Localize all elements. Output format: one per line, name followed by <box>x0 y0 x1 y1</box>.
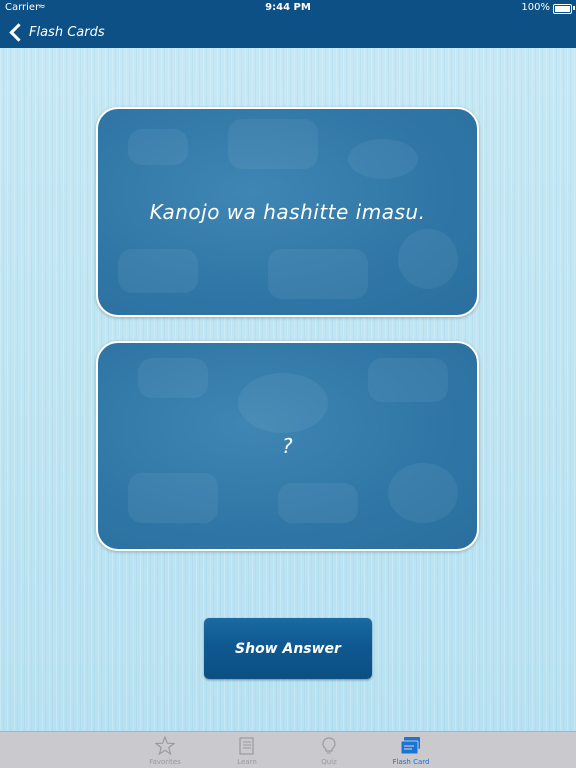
card-front-text: Kanojo wa hashitte imasu. <box>149 200 426 224</box>
lightbulb-icon <box>317 736 341 756</box>
show-answer-label: Show Answer <box>235 640 341 657</box>
star-icon <box>153 736 177 756</box>
flash-card-icon <box>399 736 423 756</box>
status-bar: Carrier ≈ 9:44 PM 100% <box>0 0 576 16</box>
chevron-left-icon <box>9 22 28 42</box>
tab-label: Quiz <box>321 758 337 766</box>
show-answer-button[interactable]: Show Answer <box>204 618 372 679</box>
back-button[interactable]: Flash Cards <box>8 16 105 48</box>
clock: 9:44 PM <box>265 2 311 13</box>
navigation-bar: Flash Cards <box>0 16 576 48</box>
battery-tip <box>573 6 575 10</box>
battery-icon <box>553 4 572 14</box>
flash-card-back[interactable]: ? <box>96 341 479 551</box>
notebook-icon <box>235 736 259 756</box>
tab-flash-card[interactable]: Flash Card <box>370 732 452 768</box>
battery-percent: 100% <box>521 2 550 13</box>
card-back-text: ? <box>281 434 294 458</box>
tab-quiz[interactable]: Quiz <box>288 732 370 768</box>
tab-favorites[interactable]: Favorites <box>124 732 206 768</box>
tab-label: Favorites <box>149 758 181 766</box>
flash-card-front[interactable]: Kanojo wa hashitte imasu. <box>96 107 479 317</box>
tab-label: Learn <box>237 758 257 766</box>
tab-learn[interactable]: Learn <box>206 732 288 768</box>
tab-label: Flash Card <box>392 758 430 766</box>
tab-bar: Favorites Learn Quiz Flash Card <box>0 731 576 768</box>
back-button-label: Flash Cards <box>29 24 105 40</box>
